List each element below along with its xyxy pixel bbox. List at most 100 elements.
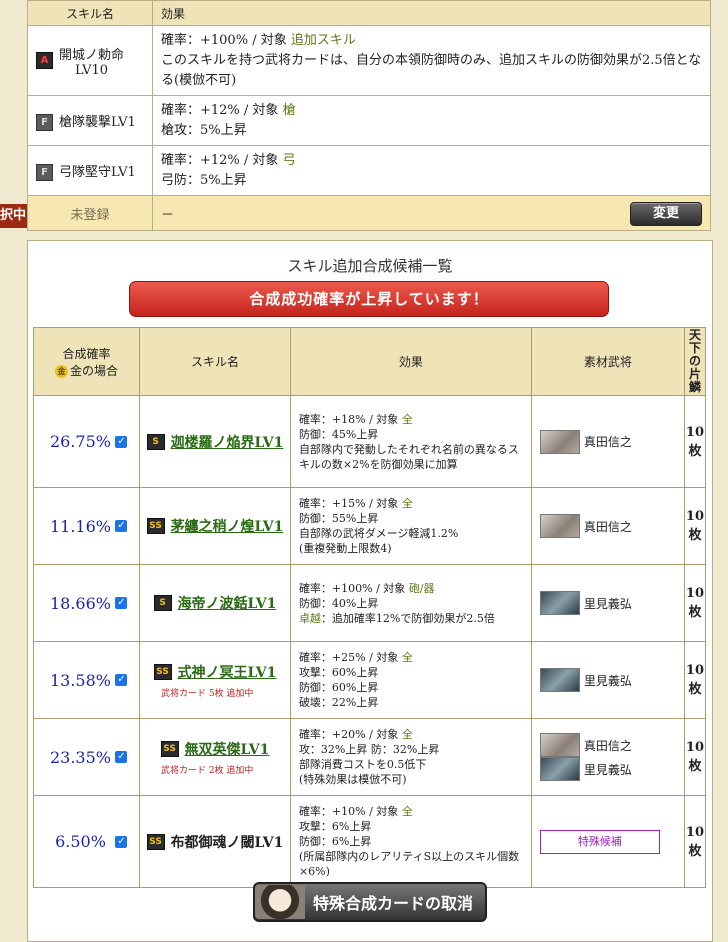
skill-slot-2: F 槍隊襲撃LV1: [27, 95, 153, 146]
candidate-skill-cell: SS 布都御魂ノ閾LV1: [138, 795, 291, 888]
special-candidate-badge[interactable]: 特殊候補: [539, 829, 660, 854]
candidate-rate-cell: 13.58% ✓: [33, 641, 140, 719]
general-avatar[interactable]: [539, 668, 580, 692]
candidate-skill-cell: SS 式神ノ冥王LV1 武将カード 5枚 追加中: [138, 641, 291, 719]
candidate-checkbox[interactable]: ✓: [115, 835, 128, 848]
candidate-skill-name[interactable]: 海帝ノ波銛LV1: [178, 596, 277, 612]
candidate-row: 18.66% ✓ S 海帝ノ波銛LV1 確率：+100% / 対象 砲/器 防御：40%上…: [33, 564, 707, 642]
material-general[interactable]: 真田信之: [539, 733, 676, 757]
rank-f-icon: F: [36, 163, 53, 181]
cancel-special-card-button[interactable]: 特殊合成カードの取消: [253, 882, 487, 922]
candidate-note: 武将カード 2枚 追加中: [160, 765, 254, 776]
candidates-table: 合成確率 金金の場合 スキル名 効果 素材武将 天下の 片鱗 26.75% ✓ S 迦楼…: [33, 327, 707, 888]
candidate-tenka-count: 10枚: [683, 564, 707, 642]
candidate-effect-cell: 確率：+20% / 対象 全攻：32%上昇 防：32%上昇 部隊消費コストを0.5…: [289, 718, 532, 796]
candidate-skill-name[interactable]: 茅纏之稍ノ煌LV1: [171, 519, 284, 535]
change-button[interactable]: 変更: [630, 202, 702, 226]
rank-a-icon: A: [36, 52, 53, 69]
rank-s-icon: S: [146, 433, 165, 450]
candidate-skill-cell: S 海帝ノ波銛LV1: [138, 564, 291, 642]
skill-slot-3-effect: 確率：+12% / 対象 弓 弓防：5%上昇: [152, 145, 711, 196]
material-general[interactable]: 里見義弘: [539, 668, 676, 692]
candidate-skill-cell: SS 無双英傑LV1 武将カード 2枚 追加中: [138, 718, 291, 796]
candidate-row: 11.16% ✓ SS 茅纏之稍ノ煌LV1 確率：+15% / 対象 全防御：55%上昇…: [33, 487, 707, 565]
material-general[interactable]: 里見義弘: [539, 591, 676, 615]
candidate-rate-cell: 23.35% ✓: [33, 718, 140, 796]
candidate-checkbox[interactable]: ✓: [115, 520, 128, 532]
rank-s-icon: S: [153, 595, 172, 611]
candidate-material-cell: 真田信之: [530, 487, 685, 565]
header-skill: スキル名: [138, 327, 291, 396]
candidate-tenka-count: 10枚: [683, 641, 707, 719]
candidate-tenka-count: 10枚: [683, 487, 707, 565]
candidate-effect-cell: 確率：+10% / 対象 全攻撃：6%上昇 防御：6%上昇 (所属部隊内のレアリティ…: [289, 795, 532, 888]
candidate-rate: 13.58%: [49, 670, 111, 690]
general-avatar[interactable]: [539, 757, 580, 781]
candidates-panel: スキル追加合成候補一覧 合成成功確率が上昇しています！ 合成確率 金金の場合 ス…: [27, 240, 713, 942]
header-tenka: 天下の 片鱗: [683, 327, 707, 396]
candidate-row: 6.50% ✓ SS 布都御魂ノ閾LV1 確率：+10% / 対象 全攻撃：6%上昇 防御…: [33, 795, 707, 888]
material-general[interactable]: 真田信之: [539, 429, 676, 454]
header-skill-name: スキル名: [27, 0, 153, 26]
candidate-rate: 6.50%: [55, 832, 106, 851]
candidate-skill-name[interactable]: 迦楼羅ノ焔界LV1: [171, 435, 284, 451]
current-skills-table: スキル名 効果 A 開城ノ勅命 LV10 確率：+100% / 対象 追加スキル こ…: [27, 0, 711, 231]
unregistered-effect: － 変更: [152, 195, 711, 231]
skill-slot-1-effect: 確率：+100% / 対象 追加スキル このスキルを持つ武将カードは、自分の本領…: [152, 25, 711, 96]
candidate-checkbox[interactable]: ✓: [115, 751, 128, 763]
general-avatar[interactable]: [539, 733, 580, 757]
candidate-tenka-count: 10枚: [683, 718, 707, 796]
rank-f-icon: F: [36, 113, 53, 131]
candidate-rate-cell: 6.50% ✓: [33, 795, 140, 888]
general-avatar[interactable]: [539, 429, 580, 454]
candidate-checkbox[interactable]: ✓: [115, 674, 128, 686]
rank-ss-icon: SS: [153, 663, 172, 680]
candidate-rate: 26.75%: [49, 432, 111, 451]
skill-slot-2-effect: 確率：+12% / 対象 槍 槍攻：5%上昇: [152, 95, 711, 146]
candidate-rate: 18.66%: [49, 593, 111, 613]
header-material: 素材武将: [530, 327, 685, 396]
candidate-row: 23.35% ✓ SS 無双英傑LV1 武将カード 2枚 追加中 確率：+20% / 対象…: [33, 718, 707, 796]
candidate-note: 武将カード 5枚 追加中: [160, 688, 254, 699]
header-effect: 効果: [289, 327, 532, 396]
candidate-tenka-count: 10枚: [683, 795, 707, 888]
rank-ss-icon: SS: [146, 833, 165, 850]
candidates-title: スキル追加合成候補一覧: [287, 257, 453, 275]
candidate-effect-cell: 確率：+100% / 対象 砲/器 防御：40%上昇 卓越：追加確率12%で防御効果…: [289, 564, 532, 642]
candidate-rate: 11.16%: [49, 516, 111, 536]
candidate-row: 13.58% ✓ SS 式神ノ冥王LV1 武将カード 5枚 追加中 確率：+25% / 対…: [33, 641, 707, 719]
candidate-effect-cell: 確率：+25% / 対象 全攻撃：60%上昇 防御：60%上昇 破壊：22%上昇: [289, 641, 532, 719]
candidate-effect-cell: 確率：+15% / 対象 全防御：55%上昇 自部隊の武将ダメージ軽減1.2% (重…: [289, 487, 532, 565]
candidate-rate-cell: 18.66% ✓: [33, 564, 140, 642]
candidate-material-cell: 里見義弘: [530, 641, 685, 719]
candidate-skill-cell: S 迦楼羅ノ焔界LV1: [138, 395, 291, 488]
header-effect: 効果: [152, 0, 711, 26]
header-rate: 合成確率 金金の場合: [33, 327, 140, 396]
rank-ss-icon: SS: [146, 518, 165, 534]
material-general[interactable]: 真田信之: [539, 514, 676, 538]
candidate-rate: 23.35%: [49, 747, 111, 767]
candidate-effect-cell: 確率：+18% / 対象 全防御：45%上昇 自部隊内で発動したそれぞれ名前の異な…: [289, 395, 532, 488]
candidate-material-cell: 特殊候補: [530, 795, 685, 888]
material-general[interactable]: 里見義弘: [539, 757, 676, 781]
unregistered-slot[interactable]: 未登録: [27, 195, 153, 231]
candidate-checkbox[interactable]: ✓: [115, 435, 128, 448]
candidate-rate-cell: 26.75% ✓: [33, 395, 140, 488]
candidate-checkbox[interactable]: ✓: [115, 597, 128, 609]
candidate-material-cell: 里見義弘: [530, 564, 685, 642]
candidate-skill-name[interactable]: 無双英傑LV1: [185, 742, 270, 758]
candidate-material-cell: 真田信之: [530, 395, 685, 488]
general-avatar[interactable]: [539, 514, 580, 538]
success-rate-banner: 合成成功確率が上昇しています！: [129, 281, 609, 317]
gold-coin-icon: 金: [54, 364, 68, 378]
candidate-rate-cell: 11.16% ✓: [33, 487, 140, 565]
skill-slot-3: F 弓隊堅守LV1: [27, 145, 153, 196]
general-avatar[interactable]: [539, 591, 580, 615]
skill-slot-1: A 開城ノ勅命 LV10: [27, 25, 153, 96]
candidate-row: 26.75% ✓ S 迦楼羅ノ焔界LV1 確率：+18% / 対象 全防御：45%上昇自…: [33, 395, 707, 488]
candidate-skill-name: 布都御魂ノ閾LV1: [170, 834, 284, 851]
candidate-skill-name[interactable]: 式神ノ冥王LV1: [178, 665, 277, 681]
candidate-material-cell: 真田信之 里見義弘: [530, 718, 685, 796]
candidate-tenka-count: 10枚: [683, 395, 707, 488]
candidate-skill-cell: SS 茅纏之稍ノ煌LV1: [138, 487, 291, 565]
